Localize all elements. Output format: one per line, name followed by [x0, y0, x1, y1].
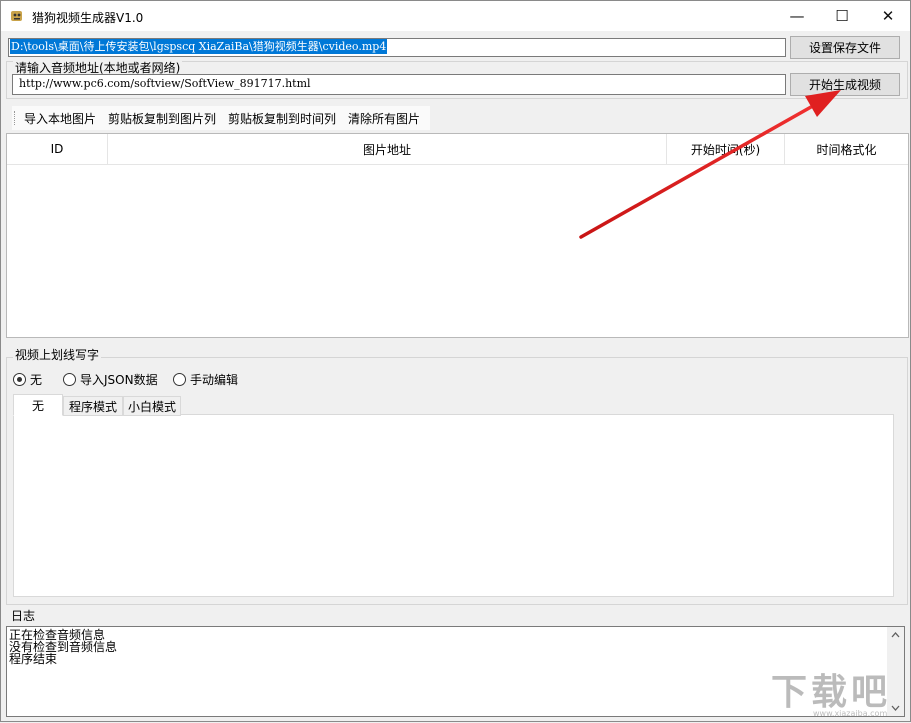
minimize-icon: —	[789, 7, 805, 25]
tab-program-mode[interactable]: 程序模式	[63, 396, 123, 416]
image-grid[interactable]: ID 图片地址 开始时间(秒) 时间格式化	[6, 133, 909, 338]
radio-manual-edit[interactable]: 手动编辑	[173, 371, 238, 387]
column-header-id[interactable]: ID	[7, 134, 108, 164]
log-label: 日志	[11, 609, 36, 623]
audio-url-input[interactable]: http://www.pc6.com/softview/SoftView_891…	[12, 74, 786, 95]
draw-text-group-label: 视频上划线写字	[13, 346, 102, 363]
draw-tab-panel	[13, 414, 894, 597]
header-divider	[7, 164, 908, 165]
window-title: 猎狗视频生成器V1.0	[32, 11, 144, 25]
paste-to-image-column-button[interactable]: 剪贴板复制到图片列	[108, 110, 216, 127]
column-header-start-time[interactable]: 开始时间(秒)	[667, 134, 785, 164]
title-bar[interactable]: 猎狗视频生成器V1.0 — ☐ ✕	[1, 1, 910, 31]
image-toolbar: 导入本地图片 剪贴板复制到图片列 剪贴板复制到时间列 清除所有图片	[12, 106, 430, 130]
scroll-up-icon[interactable]	[887, 627, 904, 644]
paste-to-time-column-button[interactable]: 剪贴板复制到时间列	[228, 110, 336, 127]
radio-none[interactable]: 无	[13, 371, 42, 387]
output-path-text: D:\tools\桌面\待上传安装包\lgspscq XiaZaiBa\猎狗视频…	[10, 39, 388, 54]
app-window: 猎狗视频生成器V1.0 — ☐ ✕ D:\tools\桌面\待上传安装包\lgs…	[0, 0, 911, 722]
start-generate-button[interactable]: 开始生成视频	[790, 73, 900, 96]
radio-manual-edit-label: 手动编辑	[190, 372, 239, 387]
set-save-file-button[interactable]: 设置保存文件	[790, 36, 900, 59]
close-button[interactable]: ✕	[865, 1, 911, 31]
import-local-images-button[interactable]: 导入本地图片	[24, 110, 96, 127]
clear-all-images-button[interactable]: 清除所有图片	[348, 110, 420, 127]
close-icon: ✕	[881, 7, 895, 25]
maximize-button[interactable]: ☐	[819, 1, 865, 31]
maximize-icon: ☐	[835, 7, 849, 25]
radio-import-json[interactable]: 导入JSON数据	[63, 371, 158, 387]
radio-checked-icon	[13, 372, 26, 386]
column-header-image-url[interactable]: 图片地址	[108, 134, 667, 164]
minimize-button[interactable]: —	[774, 1, 820, 31]
app-logo-icon	[11, 11, 22, 21]
column-header-time-format[interactable]: 时间格式化	[785, 134, 908, 164]
radio-import-json-label: 导入JSON数据	[80, 372, 158, 387]
tab-beginner-mode[interactable]: 小白模式	[123, 396, 181, 416]
radio-none-label: 无	[30, 372, 43, 387]
watermark-logo: 下载吧	[771, 672, 892, 713]
watermark-url: www.xiazaiba.com	[813, 709, 888, 718]
radio-unchecked-icon	[173, 372, 186, 386]
tab-none[interactable]: 无	[13, 394, 63, 416]
output-path-field[interactable]: D:\tools\桌面\待上传安装包\lgspscq XiaZaiBa\猎狗视频…	[8, 38, 786, 57]
toolbar-grip[interactable]	[14, 111, 16, 125]
radio-unchecked-icon	[63, 372, 76, 386]
log-line: 程序结束	[9, 652, 58, 666]
